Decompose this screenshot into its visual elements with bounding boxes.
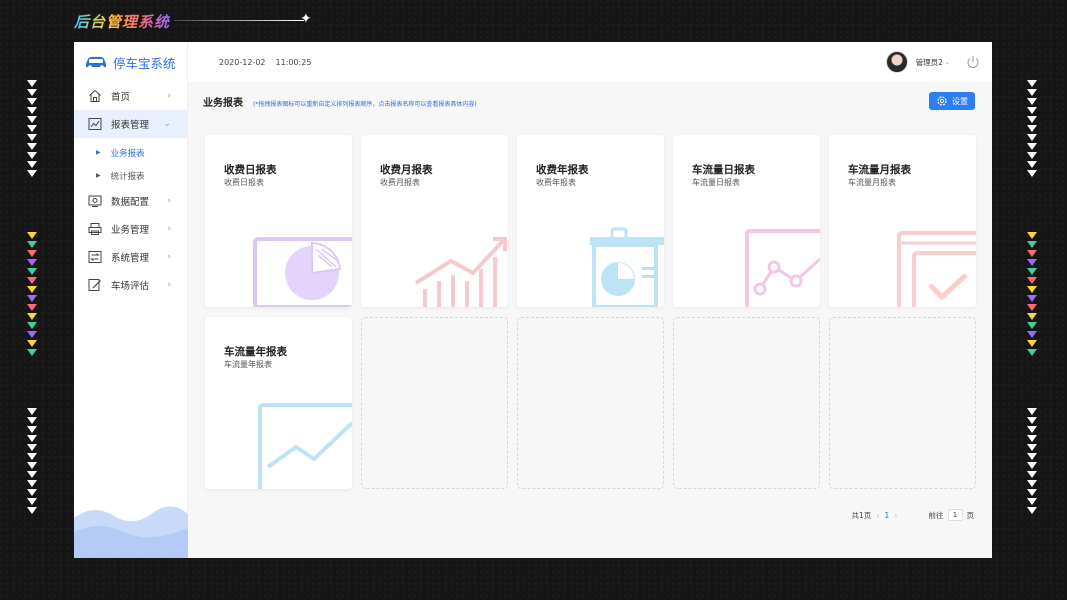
printer-icon (88, 222, 102, 236)
app-logo[interactable]: 停车宝系统 (74, 42, 187, 82)
avatar[interactable] (885, 51, 908, 73)
decor-arrows-right-mid (1025, 232, 1039, 358)
gear-icon (937, 96, 947, 106)
sidebar-item-label: 首页 (111, 92, 131, 103)
goto-unit: 页 (966, 510, 975, 520)
brand-divider (174, 20, 304, 21)
current-time: 11:00:25 (275, 57, 312, 67)
home-icon (88, 89, 102, 103)
power-icon[interactable] (966, 55, 980, 69)
sidebar-item-label: 业务管理 (111, 225, 150, 236)
report-card-title[interactable]: 收费日报表 (224, 162, 277, 177)
report-slot-empty (673, 317, 820, 489)
report-slot-empty (361, 317, 508, 489)
chevron-right-icon: › (167, 252, 171, 262)
page-number-current[interactable]: 1 (885, 511, 890, 520)
report-card-traffic-monthly[interactable]: 车流量月报表 车流量月报表 (829, 135, 976, 307)
user-name: 管理员2 (915, 57, 943, 67)
report-card-subtitle: 收费年报表 (536, 178, 576, 187)
prev-page-button[interactable]: ‹ (876, 511, 879, 520)
report-card-fee-daily[interactable]: 收费日报表 收费日报表 (205, 135, 352, 307)
top-header: 2020-12-02 11:00:25 管理员2 ⌄ (188, 42, 992, 82)
chevron-right-icon: › (167, 196, 171, 206)
user-menu[interactable]: 管理员2 ⌄ (885, 51, 980, 73)
chevron-down-icon: ⌄ (163, 119, 171, 129)
app-window: 停车宝系统 首页 › 报表管理 ⌄ ▶ 业务报表 ▶ 统计报表 数据配置 › 业… (74, 42, 992, 558)
report-card-subtitle: 车流量年报表 (224, 360, 272, 369)
sidebar: 停车宝系统 首页 › 报表管理 ⌄ ▶ 业务报表 ▶ 统计报表 数据配置 › 业… (74, 42, 188, 558)
sidebar-subitem-statistics-report[interactable]: ▶ 统计报表 (74, 164, 187, 187)
app-logo-text: 停车宝系统 (113, 55, 176, 71)
sidebar-item-business-management[interactable]: 业务管理 › (74, 215, 187, 243)
sidebar-subitem-business-report[interactable]: ▶ 业务报表 (74, 141, 187, 164)
report-card-traffic-daily[interactable]: 车流量日报表 车流量日报表 (673, 135, 820, 307)
sidebar-wave-decoration (74, 506, 188, 558)
decor-arrows-left-mid (25, 232, 39, 358)
next-page-button[interactable]: › (894, 511, 897, 520)
sidebar-item-lot-evaluation[interactable]: 车场评估 › (74, 271, 187, 299)
current-date: 2020-12-02 (219, 57, 266, 67)
report-card-fee-yearly[interactable]: 收费年报表 收费年报表 (517, 135, 664, 307)
report-card-title[interactable]: 车流量日报表 (692, 162, 755, 177)
sidebar-item-home[interactable]: 首页 › (74, 82, 187, 110)
sidebar-item-label: 车场评估 (111, 281, 150, 292)
decor-arrows-right-top (1025, 80, 1039, 179)
report-card-title[interactable]: 收费月报表 (380, 162, 433, 177)
page-tip: (*拖拽报表图标可以重新自定义排列报表顺序，点击报表名称可以查看报表具体内容) (253, 101, 477, 108)
sidebar-item-label: 数据配置 (111, 197, 150, 208)
sidebar-item-label: 系统管理 (111, 253, 150, 264)
report-card-subtitle: 车流量日报表 (692, 178, 740, 187)
pagination: 共1页 ‹ 1 › 前往 1 页 (852, 509, 974, 521)
report-card-subtitle: 车流量月报表 (848, 178, 896, 187)
decor-arrows-left-bottom (25, 408, 39, 516)
trend-line-icon (258, 403, 352, 489)
sidebar-item-report-management[interactable]: 报表管理 ⌄ (74, 110, 187, 138)
bar-growth-icon (414, 237, 507, 307)
goto-label: 前往 (928, 510, 944, 520)
sidebar-item-label: 报表管理 (111, 120, 150, 131)
chevron-right-icon: › (167, 224, 171, 234)
report-card-title[interactable]: 收费年报表 (536, 162, 589, 177)
decor-arrows-left-top (25, 80, 39, 179)
sidebar-subitem-label: 统计报表 (110, 171, 145, 182)
report-card-subtitle: 收费日报表 (224, 178, 264, 187)
board-chart-icon (590, 227, 664, 307)
decor-arrows-right-bottom (1025, 408, 1039, 516)
caret-right-icon: ▶ (96, 172, 101, 179)
document-stack-icon (897, 231, 976, 307)
page-header: 业务报表 (*拖拽报表图标可以重新自定义排列报表顺序，点击报表名称可以查看报表具… (203, 94, 477, 109)
report-card-subtitle: 收费月报表 (380, 178, 420, 187)
line-chart-icon (745, 229, 820, 307)
report-card-fee-monthly[interactable]: 收费月报表 收费月报表 (361, 135, 508, 307)
settings-button-label: 设置 (952, 96, 968, 106)
sparkle-icon: ✦ (300, 11, 312, 27)
report-slot-empty (517, 317, 664, 489)
caret-right-icon: ▶ (96, 149, 101, 156)
report-slot-empty (829, 317, 976, 489)
report-card-traffic-yearly[interactable]: 车流量年报表 车流量年报表 (205, 317, 352, 489)
chart-icon (88, 117, 102, 131)
switch-icon (88, 250, 102, 264)
sidebar-subitem-label: 业务报表 (110, 148, 145, 159)
edit-icon (88, 278, 102, 292)
report-card-title[interactable]: 车流量年报表 (224, 344, 287, 359)
car-icon (86, 57, 106, 69)
chevron-down-icon: ⌄ (944, 58, 950, 66)
sidebar-item-system-management[interactable]: 系统管理 › (74, 243, 187, 271)
chevron-right-icon: › (167, 91, 171, 101)
monitor-icon (88, 194, 102, 208)
page-title: 业务报表 (203, 98, 243, 109)
settings-button[interactable]: 设置 (929, 92, 975, 110)
goto-page-input[interactable]: 1 (947, 509, 963, 521)
brand-title: 后台管理系统 (74, 13, 171, 31)
report-card-title[interactable]: 车流量月报表 (848, 162, 911, 177)
sidebar-item-data-config[interactable]: 数据配置 › (74, 187, 187, 215)
chevron-right-icon: › (167, 280, 171, 290)
pie-chart-icon (253, 237, 352, 307)
pagination-total: 共1页 (851, 510, 872, 520)
